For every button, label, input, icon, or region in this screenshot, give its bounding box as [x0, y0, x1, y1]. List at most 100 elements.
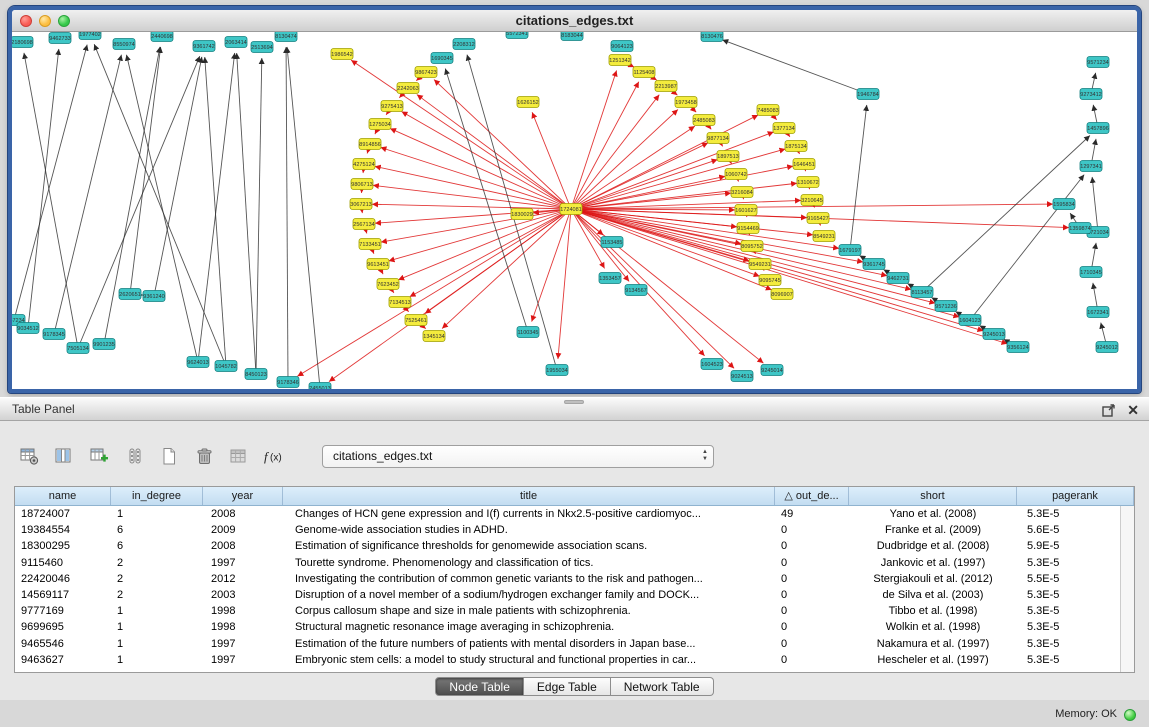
graph-node[interactable]: 1353457 [599, 273, 621, 284]
rows-icon[interactable] [121, 443, 147, 469]
table-selector-dropdown[interactable]: citations_edges.txt▲▼ [322, 445, 714, 468]
tab-network-table[interactable]: Network Table [611, 677, 714, 696]
graph-edge[interactable] [558, 209, 571, 359]
graph-node[interactable]: 1595834 [1053, 199, 1075, 210]
graph-edge[interactable] [922, 135, 1090, 292]
graph-edge[interactable] [402, 111, 571, 209]
column-header-2[interactable]: year [203, 487, 283, 505]
graph-node[interactable]: 9134567 [625, 285, 647, 296]
float-panel-icon[interactable] [1102, 404, 1115, 417]
delete-icon[interactable] [191, 443, 217, 469]
graph-node[interactable]: 9165427 [807, 213, 829, 224]
graph-edge[interactable] [286, 47, 288, 382]
graph-node[interactable]: 9275413 [381, 101, 403, 112]
graph-node[interactable]: 8130474 [275, 32, 297, 42]
table-row[interactable]: 946362711997Embryonic stem cells: a mode… [15, 652, 1134, 668]
graph-node[interactable]: 1100345 [517, 327, 539, 338]
graph-node[interactable]: 1897513 [717, 151, 739, 162]
graph-node[interactable]: 9356124 [1007, 342, 1029, 353]
graph-node[interactable]: 9178346 [277, 377, 299, 388]
graph-node[interactable]: 1646451 [793, 159, 815, 170]
graph-node[interactable]: 3210645 [801, 195, 823, 206]
graph-node[interactable]: 9901235 [93, 339, 115, 350]
table-mode-icon[interactable] [16, 443, 42, 469]
graph-node[interactable]: 1377134 [773, 123, 795, 134]
graph-node[interactable]: 1153485 [601, 237, 623, 248]
close-window-icon[interactable] [20, 15, 32, 27]
graph-node[interactable]: 9361742 [193, 41, 215, 52]
graph-node[interactable]: 9034512 [17, 323, 39, 334]
column-header-6[interactable]: pagerank [1017, 487, 1134, 505]
network-canvas[interactable]: 2180698946273319774028550974244069893617… [12, 32, 1137, 389]
graph-node[interactable]: 2455013 [309, 383, 331, 390]
graph-edge[interactable] [14, 45, 87, 320]
graph-node[interactable]: 8130476 [701, 32, 723, 42]
graph-node[interactable]: 1679197 [839, 245, 861, 256]
zoom-window-icon[interactable] [58, 15, 70, 27]
graph-node[interactable]: 2440698 [151, 32, 173, 42]
graph-node[interactable]: 9273412 [1080, 89, 1102, 100]
graph-node[interactable]: 1345134 [423, 331, 445, 342]
graph-edge[interactable] [571, 209, 1007, 344]
graph-node[interactable]: 9361745 [863, 259, 885, 270]
graph-node[interactable]: 1955034 [546, 365, 568, 376]
table-row[interactable]: 977716911998Corpus callosum shape and si… [15, 603, 1134, 619]
graph-edge[interactable] [381, 209, 571, 242]
graph-node[interactable]: 8183044 [561, 32, 583, 41]
graph-node[interactable]: 2213987 [655, 81, 677, 92]
graph-node[interactable]: 9024513 [731, 371, 753, 382]
graph-edge[interactable] [1092, 177, 1098, 232]
graph-edge[interactable] [532, 209, 571, 322]
graph-node[interactable]: 1710345 [1080, 267, 1102, 278]
table-scrollbar[interactable] [1120, 506, 1134, 672]
graph-node[interactable]: 9624013 [187, 357, 209, 368]
graph-node[interactable]: 1457896 [1087, 123, 1109, 134]
table-row[interactable]: 1938455462009Genome-wide association stu… [15, 522, 1134, 538]
graph-node[interactable]: 9613451 [367, 259, 389, 270]
graph-node[interactable]: 9867423 [415, 67, 437, 78]
column-header-4[interactable]: △ out_de... [775, 487, 849, 505]
graph-edge[interactable] [970, 175, 1084, 320]
graph-node[interactable]: 9245013 [983, 329, 1005, 340]
graph-node[interactable]: 1875134 [785, 141, 807, 152]
graph-edge[interactable] [571, 115, 758, 209]
graph-node[interactable]: 9095745 [759, 275, 781, 286]
graph-edge[interactable] [24, 53, 78, 348]
table-row[interactable]: 911546021997Tourette syndrome. Phenomeno… [15, 555, 1134, 571]
graph-edge[interactable] [571, 209, 705, 356]
table-row[interactable]: 1872400712008Changes of HCN gene express… [15, 506, 1134, 522]
network-graph[interactable]: 2180698946273319774028550974244069893617… [12, 32, 1137, 389]
graph-node[interactable]: 7505134 [67, 343, 89, 354]
graph-node[interactable]: 7485083 [757, 105, 779, 116]
table-row[interactable]: 969969511998Structural magnetic resonanc… [15, 619, 1134, 635]
graph-node[interactable]: 9877134 [707, 133, 729, 144]
graph-node[interactable]: 8549231 [813, 231, 835, 242]
graph-edge[interactable] [94, 44, 226, 366]
minimize-window-icon[interactable] [39, 15, 51, 27]
graph-node[interactable]: 9462733 [49, 33, 71, 44]
graph-node[interactable]: 2208312 [453, 39, 475, 50]
graph-node[interactable]: 2485083 [693, 115, 715, 126]
graph-edge[interactable] [380, 147, 571, 209]
window-titlebar[interactable]: citations_edges.txt [12, 10, 1137, 32]
graph-edge[interactable] [28, 49, 59, 328]
graph-edge[interactable] [130, 47, 161, 294]
graph-node[interactable]: 9154469 [737, 223, 759, 234]
graph-node[interactable]: 1125408 [633, 67, 655, 78]
graph-node[interactable]: 5572341 [506, 32, 528, 39]
graph-node[interactable]: 1626152 [517, 97, 539, 108]
graph-node[interactable]: 1359874 [1069, 223, 1091, 234]
graph-node[interactable]: 2620651 [119, 289, 141, 300]
table-row[interactable]: 2242004622012Investigating the contribut… [15, 571, 1134, 587]
graph-node[interactable]: 8113457 [911, 287, 933, 298]
graph-node[interactable]: 1601627 [735, 205, 757, 216]
graph-node[interactable]: 9245012 [1096, 342, 1118, 353]
graph-node[interactable]: 8550974 [113, 39, 135, 50]
graph-edge[interactable] [389, 209, 571, 261]
graph-node[interactable]: 1604123 [959, 315, 981, 326]
graph-node[interactable]: 1604523 [701, 359, 723, 370]
graph-node[interactable]: 1045782 [215, 361, 237, 372]
graph-edge[interactable] [297, 209, 571, 376]
graph-node[interactable]: 1297341 [1080, 161, 1102, 172]
graph-node[interactable]: 2567134 [353, 219, 375, 230]
